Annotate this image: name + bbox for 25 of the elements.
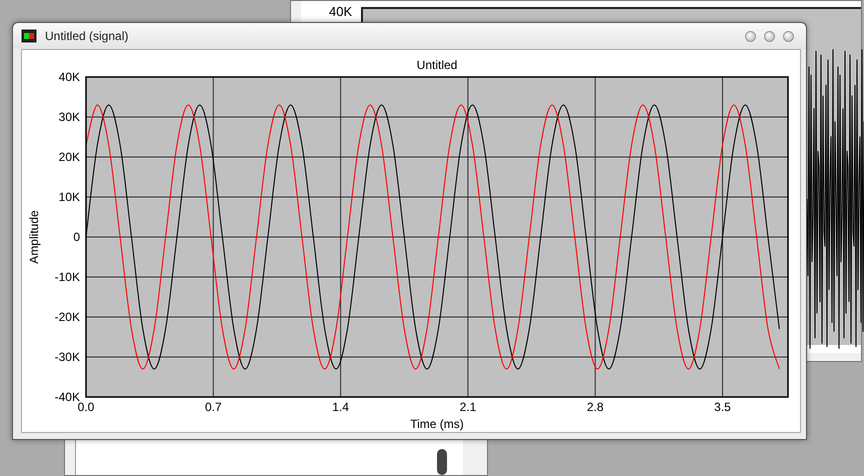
close-button[interactable] (783, 30, 794, 42)
chart-title: Untitled (416, 58, 458, 72)
axis-tick-label: 40K (58, 70, 80, 84)
axis-tick-label: 30K (58, 110, 80, 124)
axis-tick-label: 2.1 (460, 400, 476, 414)
window-title: Untitled (signal) (45, 28, 128, 45)
axis-tick-label: 0 (73, 230, 80, 244)
axis-tick-label: 3.5 (714, 400, 731, 414)
axis-tick-label: -30K (54, 350, 80, 364)
axis-tick-label: -40K (54, 390, 80, 404)
axis-tick-label: -10K (54, 270, 80, 284)
axis-tick-label: 1.4 (332, 400, 349, 414)
app-icon (21, 29, 37, 43)
axis-title: Time (ms) (410, 417, 464, 431)
axis-title: Amplitude (27, 210, 41, 264)
axis-tick-label: 0.0 (78, 400, 94, 414)
scrollbar-thumb[interactable] (437, 449, 447, 475)
axis-tick-label: 20K (58, 150, 80, 164)
axis-tick-label: 40K (329, 3, 352, 21)
axis-tick-label: 10K (58, 190, 80, 204)
axis-tick-label: 0.7 (204, 400, 222, 414)
axis-tick-label: 2.8 (586, 400, 604, 414)
minimize-button[interactable] (745, 30, 756, 42)
axis-tick-label: -20K (54, 310, 80, 324)
maximize-button[interactable] (764, 30, 775, 42)
